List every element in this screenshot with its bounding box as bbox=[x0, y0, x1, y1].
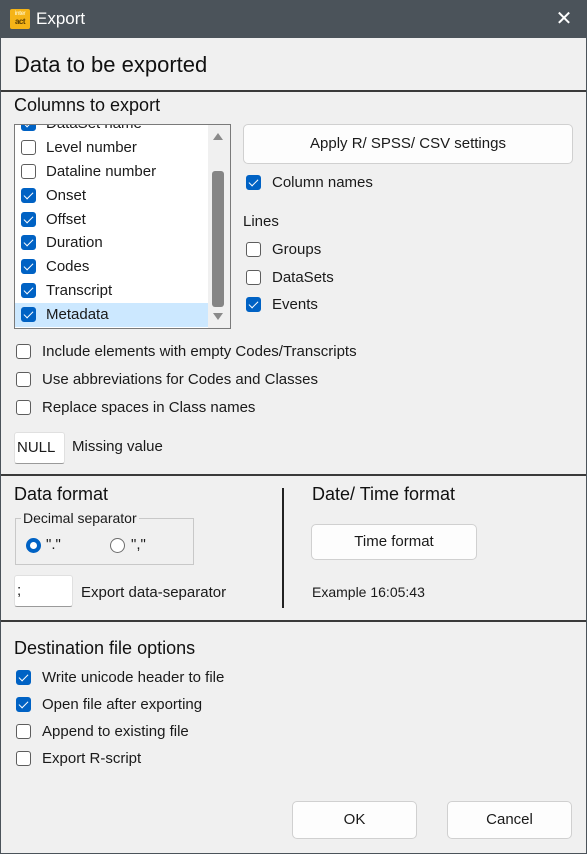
list-item[interactable]: Level number bbox=[15, 136, 209, 160]
divider bbox=[1, 90, 586, 92]
list-item-label: Transcript bbox=[46, 282, 113, 300]
page-title: Data to be exported bbox=[14, 52, 208, 77]
columns-list[interactable]: DataSet name Level number Dataline number O… bbox=[14, 124, 231, 329]
option-checkbox-label: Replace spaces in Class names bbox=[42, 399, 256, 416]
checkbox-icon[interactable] bbox=[21, 307, 36, 323]
column-names-checkbox[interactable]: Column names bbox=[246, 173, 446, 193]
list-item[interactable]: Codes bbox=[15, 255, 209, 279]
radio-dot-label: "." bbox=[46, 536, 61, 553]
destination-title: Destination file options bbox=[14, 638, 196, 658]
checkbox-icon[interactable] bbox=[16, 372, 31, 387]
export-separator-label: Export data-separator bbox=[81, 584, 227, 601]
title-bar[interactable]: inter act Export ✕ bbox=[0, 0, 587, 38]
checkbox-icon[interactable] bbox=[21, 163, 36, 179]
checkbox-icon[interactable] bbox=[246, 297, 261, 312]
list-item-label: Level number bbox=[46, 138, 137, 156]
list-item-label: Metadata bbox=[46, 306, 109, 324]
interact-logo-icon: inter act bbox=[10, 9, 30, 29]
list-item-label: Offset bbox=[46, 210, 86, 228]
checkbox-icon[interactable] bbox=[16, 400, 31, 415]
export-separator-input[interactable]: ; bbox=[14, 575, 73, 607]
decimal-separator-legend: Decimal separator bbox=[21, 510, 139, 526]
column-names-label: Column names bbox=[272, 174, 373, 191]
vertical-divider bbox=[282, 488, 284, 608]
list-item-label: Duration bbox=[46, 234, 103, 252]
checkbox-icon[interactable] bbox=[21, 125, 36, 131]
list-item[interactable]: Offset bbox=[15, 208, 209, 232]
destination-option-checkbox[interactable]: Export R-script bbox=[16, 749, 416, 769]
option-checkbox[interactable]: Replace spaces in Class names bbox=[16, 398, 416, 418]
destination-option-checkbox-label: Append to existing file bbox=[42, 723, 189, 740]
option-checkbox-label: Include elements with empty Codes/Transc… bbox=[42, 343, 357, 360]
list-item-label: Onset bbox=[46, 186, 87, 204]
destination-option-checkbox-label: Write unicode header to file bbox=[42, 669, 225, 686]
lines-groups-checkbox[interactable]: Groups bbox=[246, 240, 587, 260]
list-item[interactable]: Duration bbox=[15, 231, 209, 255]
scroll-thumb[interactable] bbox=[212, 171, 224, 307]
dialog-body: Data to be exported Columns to export Da… bbox=[1, 38, 586, 853]
list-item-label: Codes bbox=[46, 258, 90, 276]
lines-events-checkbox-label: Events bbox=[272, 296, 318, 313]
apply-settings-button[interactable]: Apply R/ SPSS/ CSV settings bbox=[243, 124, 573, 164]
close-button[interactable]: ✕ bbox=[551, 6, 577, 32]
list-item[interactable]: Metadata bbox=[15, 303, 209, 328]
checkbox-icon[interactable] bbox=[246, 242, 261, 257]
option-checkbox[interactable]: Include elements with empty Codes/Transc… bbox=[16, 342, 416, 362]
scroll-down-icon[interactable] bbox=[213, 313, 223, 320]
checkbox-icon[interactable] bbox=[16, 751, 31, 766]
list-item[interactable]: Dataline number bbox=[15, 160, 209, 184]
lines-label: Lines bbox=[243, 213, 279, 230]
checkbox-icon[interactable] bbox=[246, 175, 261, 190]
divider bbox=[1, 620, 586, 622]
list-item[interactable]: Transcript bbox=[15, 279, 209, 303]
lines-datasets-checkbox-label: DataSets bbox=[272, 268, 334, 286]
checkbox-icon[interactable] bbox=[16, 670, 31, 685]
checkbox-icon[interactable] bbox=[21, 235, 36, 251]
checkbox-icon[interactable] bbox=[21, 259, 36, 275]
time-example: Example 16:05:43 bbox=[312, 584, 425, 600]
close-icon: ✕ bbox=[555, 8, 573, 30]
list-item[interactable]: Onset bbox=[15, 184, 209, 208]
destination-option-checkbox-label: Export R-script bbox=[42, 750, 142, 767]
divider bbox=[1, 474, 586, 476]
radio-comma[interactable] bbox=[110, 538, 125, 553]
lines-events-checkbox[interactable]: Events bbox=[246, 295, 587, 315]
missing-value-label: Missing value bbox=[72, 438, 163, 455]
destination-option-checkbox[interactable]: Open file after exporting bbox=[16, 695, 416, 715]
option-checkbox-label: Use abbreviations for Codes and Classes bbox=[42, 371, 318, 388]
checkbox-icon[interactable] bbox=[16, 697, 31, 712]
destination-option-checkbox[interactable]: Write unicode header to file bbox=[16, 668, 416, 688]
checkbox-icon[interactable] bbox=[246, 269, 261, 285]
radio-dot[interactable] bbox=[26, 538, 41, 553]
checkbox-icon[interactable] bbox=[21, 211, 36, 227]
checkbox-icon[interactable] bbox=[16, 724, 31, 739]
data-format-title: Data format bbox=[14, 484, 109, 504]
checkbox-icon[interactable] bbox=[21, 283, 36, 299]
list-item[interactable]: DataSet name bbox=[15, 125, 209, 136]
columns-section-title: Columns to export bbox=[14, 95, 161, 115]
checkbox-icon[interactable] bbox=[16, 344, 31, 359]
datetime-format-title: Date/ Time format bbox=[312, 484, 456, 504]
ok-button[interactable]: OK bbox=[292, 801, 417, 839]
destination-option-checkbox-label: Open file after exporting bbox=[42, 696, 203, 713]
lines-groups-checkbox-label: Groups bbox=[272, 241, 322, 258]
option-checkbox[interactable]: Use abbreviations for Codes and Classes bbox=[16, 370, 416, 390]
destination-option-checkbox[interactable]: Append to existing file bbox=[16, 722, 416, 742]
list-item-label: DataSet name bbox=[46, 125, 142, 132]
time-format-button[interactable]: Time format bbox=[311, 524, 477, 560]
checkbox-icon[interactable] bbox=[21, 187, 36, 203]
missing-value-input[interactable]: NULL bbox=[14, 432, 65, 464]
list-item-label: Dataline number bbox=[46, 162, 157, 180]
list-scrollbar[interactable] bbox=[208, 125, 230, 328]
cancel-button[interactable]: Cancel bbox=[447, 801, 572, 839]
window-title: Export bbox=[36, 9, 86, 28]
radio-comma-label: "," bbox=[131, 536, 146, 553]
scroll-up-icon[interactable] bbox=[213, 133, 223, 140]
lines-datasets-checkbox[interactable]: DataSets bbox=[246, 268, 587, 288]
checkbox-icon[interactable] bbox=[21, 139, 36, 155]
